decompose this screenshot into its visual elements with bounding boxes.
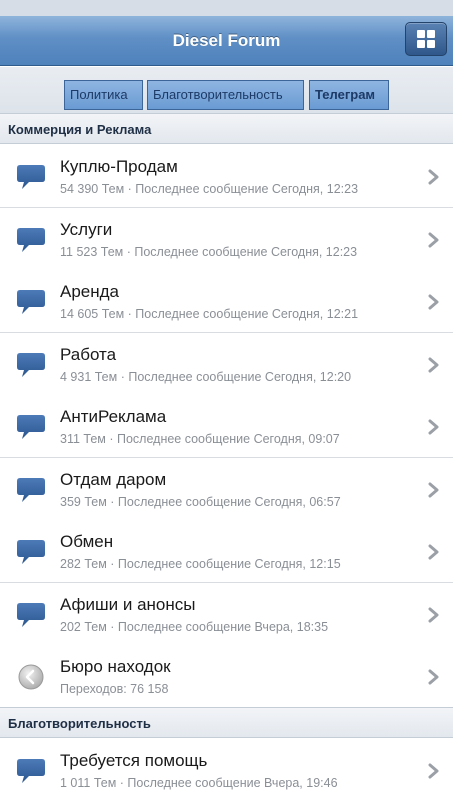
chevron-right-icon <box>428 482 440 498</box>
chevron-right-icon <box>428 419 440 435</box>
section-header-commerce: Коммерция и Реклама <box>0 113 453 144</box>
speech-bubble-icon <box>16 227 46 253</box>
speech-bubble-icon <box>16 539 46 565</box>
chevron-right-icon <box>428 669 440 685</box>
chevron-right-icon <box>428 294 440 310</box>
speech-bubble-icon <box>16 758 46 784</box>
tab-blagotvoritelnost[interactable]: Благотворительность <box>147 80 304 110</box>
forum-title: Обмен <box>60 532 114 551</box>
speech-bubble-icon <box>16 164 46 190</box>
speech-bubble-icon <box>16 352 46 378</box>
chevron-right-icon <box>428 357 440 373</box>
forum-meta: 282 Тем · Последнее сообщение Сегодня, 1… <box>60 557 341 571</box>
forum-meta: 1 011 Тем · Последнее сообщение Вчера, 1… <box>60 776 338 790</box>
chevron-right-icon <box>428 763 440 779</box>
forum-meta: 54 390 Тем · Последнее сообщение Сегодня… <box>60 182 359 196</box>
speech-bubble-icon <box>16 414 46 440</box>
tab-telegram[interactable]: Телеграм <box>309 80 389 110</box>
forum-meta: 11 523 Тем · Последнее сообщение Сегодня… <box>60 244 358 259</box>
forum-row[interactable]: АнтиРеклама 311 Тем · Последнее сообщение… <box>0 395 453 458</box>
tab-politika[interactable]: Политика <box>64 80 143 110</box>
forum-meta: 359 Тем · Последнее сообщение Сегодня, 0… <box>60 494 341 509</box>
speech-bubble-icon <box>16 602 46 628</box>
forum-row[interactable]: Отдам даром 359 Тем · Последнее сообщение… <box>0 457 453 521</box>
status-bar <box>0 0 453 16</box>
chevron-right-icon <box>428 232 440 248</box>
forum-row[interactable]: Куплю-Продам 54 390 Тем · Последнее сообщ… <box>0 145 453 208</box>
chevron-right-icon <box>428 607 440 623</box>
forum-row[interactable]: Афиши и анонсы 202 Тем · Последнее сообще… <box>0 582 453 646</box>
forum-title: Куплю-Продам <box>60 157 178 176</box>
menu-button[interactable] <box>405 22 447 56</box>
tab-bar: Политика Благотворительность Телеграм <box>0 67 453 113</box>
forum-title: Услуги <box>60 219 113 239</box>
forum-title: Требуется помощь <box>60 751 208 770</box>
forum-row[interactable]: Аренда 14 605 Тем · Последнее сообщение С… <box>0 270 453 333</box>
forum-title: АнтиРеклама <box>60 407 167 426</box>
chevron-right-icon <box>428 544 440 560</box>
redirect-arrow-icon <box>16 664 46 690</box>
chevron-right-icon <box>428 169 440 185</box>
forum-row[interactable]: Услуги 11 523 Тем · Последнее сообщение С… <box>0 207 453 271</box>
forum-row[interactable]: Обмен 282 Тем · Последнее сообщение Сегод… <box>0 520 453 583</box>
forum-meta: 14 605 Тем · Последнее сообщение Сегодня… <box>60 307 359 321</box>
speech-bubble-icon <box>16 289 46 315</box>
forum-title: Отдам даром <box>60 469 167 489</box>
forum-meta: 4 931 Тем · Последнее сообщение Сегодня,… <box>60 369 352 384</box>
app-header: Diesel Forum <box>0 16 453 66</box>
forum-meta: 202 Тем · Последнее сообщение Вчера, 18:… <box>60 619 329 634</box>
forum-meta: 311 Тем · Последнее сообщение Сегодня, 0… <box>60 432 340 446</box>
forum-title: Аренда <box>60 282 120 301</box>
forum-meta: Переходов: 76 158 <box>60 682 169 696</box>
forum-title: Работа <box>60 344 117 364</box>
section-header-charity: Благотворительность <box>0 707 453 738</box>
forum-row[interactable]: Работа 4 931 Тем · Последнее сообщение Се… <box>0 332 453 396</box>
forum-title: Diesel Forum <box>172 31 281 50</box>
forum-title: Бюро находок <box>60 657 171 676</box>
forum-title: Афиши и анонсы <box>60 594 196 614</box>
speech-bubble-icon <box>16 477 46 503</box>
forum-row[interactable]: Бюро находок Переходов: 76 158 <box>0 645 453 708</box>
forum-row[interactable]: Требуется помощь 1 011 Тем · Последнее со… <box>0 739 453 800</box>
